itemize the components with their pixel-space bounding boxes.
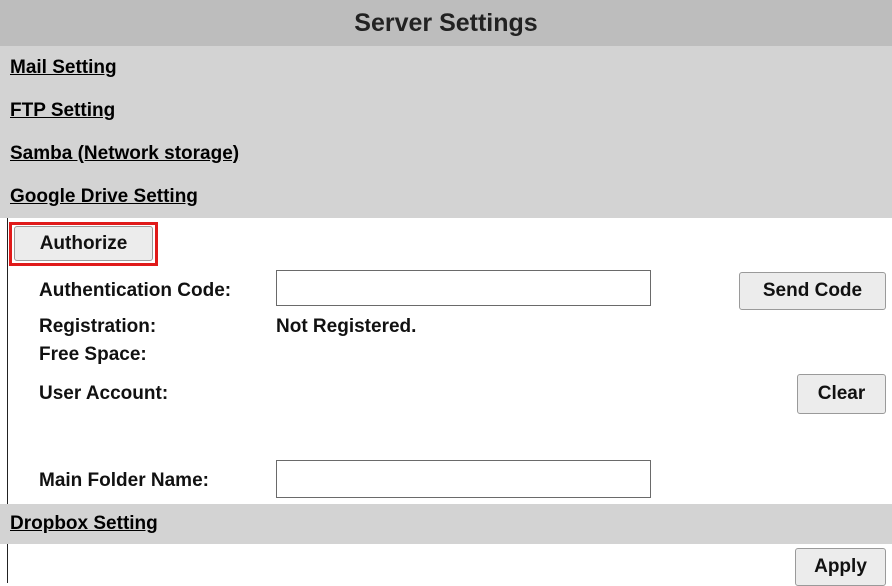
clear-button[interactable]: Clear: [797, 374, 886, 414]
registration-label: Registration:: [39, 316, 157, 337]
authorize-button[interactable]: Authorize: [14, 226, 153, 261]
main-folder-label: Main Folder Name:: [39, 470, 209, 491]
apply-button[interactable]: Apply: [795, 548, 886, 586]
main-folder-input[interactable]: [276, 460, 651, 498]
user-account-label: User Account:: [39, 383, 169, 404]
section-mail-setting: Mail Setting: [0, 46, 892, 89]
section-dropbox: Dropbox Setting: [0, 504, 892, 544]
samba-setting-link[interactable]: Samba (Network storage): [10, 143, 239, 165]
registration-status: Not Registered.: [276, 316, 417, 337]
section-ftp-setting: FTP Setting: [0, 89, 892, 132]
dropbox-setting-link[interactable]: Dropbox Setting: [10, 513, 158, 535]
section-samba: Samba (Network storage): [0, 132, 892, 175]
mail-setting-link[interactable]: Mail Setting: [10, 57, 117, 79]
google-drive-setting-link[interactable]: Google Drive Setting: [10, 186, 198, 208]
section-google-drive: Google Drive Setting: [0, 175, 892, 218]
auth-code-label: Authentication Code:: [39, 280, 232, 301]
ftp-setting-link[interactable]: FTP Setting: [10, 100, 115, 122]
page-title: Server Settings: [0, 0, 892, 46]
send-code-button[interactable]: Send Code: [739, 272, 886, 310]
auth-code-input[interactable]: [276, 270, 651, 306]
free-space-label: Free Space:: [39, 344, 147, 365]
